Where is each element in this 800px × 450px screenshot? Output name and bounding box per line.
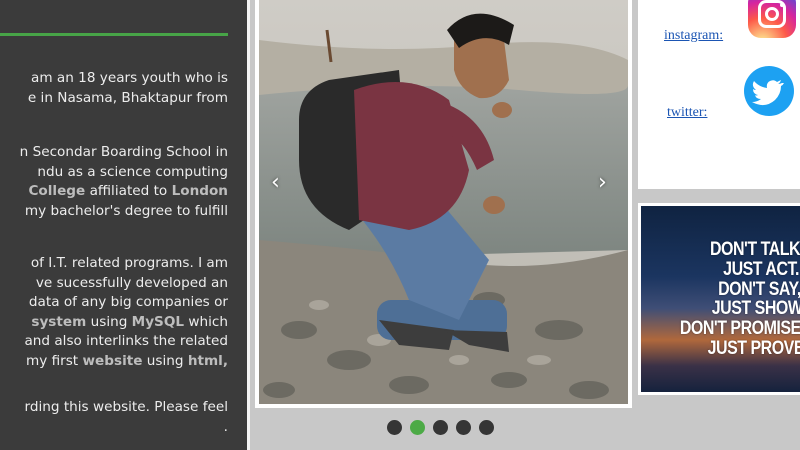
website-highlight: website: [82, 352, 143, 369]
quote-image: DON'T TALK, JUST ACT. DON'T SAY, JUST SH…: [641, 206, 800, 392]
bio-line: College affiliated to London: [0, 182, 228, 202]
bio-line: my first website using html,: [0, 352, 228, 372]
bio-line: ve sucessfully developed an: [35, 274, 228, 291]
bio-paragraph-3: of I.T. related programs. I am ve sucess…: [0, 254, 228, 371]
slider-dot[interactable]: [479, 420, 494, 435]
bio-line: of I.T. related programs. I am: [30, 255, 228, 271]
slider-dot[interactable]: [456, 420, 471, 435]
bio-paragraph-1: am an 18 years youth who is e in Nasama,…: [0, 69, 228, 108]
bio-paragraph-4: rding this website. Please feel .: [0, 398, 228, 437]
quote-text: DON'T TALK, JUST ACT. DON'T SAY, JUST SH…: [675, 239, 800, 359]
bio-text: using: [142, 352, 188, 369]
london-highlight: London: [171, 183, 228, 199]
bio-line: data of any big companies or: [28, 294, 228, 310]
slider-dot[interactable]: [387, 420, 402, 435]
slider-prev-arrow[interactable]: ‹: [271, 170, 280, 195]
system-highlight: system: [31, 313, 87, 330]
bio-line: ndu as a science computing: [37, 163, 228, 180]
bio-line: system using MySQL which: [0, 313, 228, 333]
slider-next-arrow[interactable]: ›: [598, 170, 607, 195]
bio-text: affiliated to: [85, 183, 172, 199]
slider-dot-active[interactable]: [410, 420, 425, 435]
bio-line: n Secondar Boarding School in: [19, 144, 228, 160]
bio-text: using: [86, 313, 132, 330]
bio-line: am an 18 years youth who is: [31, 70, 228, 86]
bio-line: and also interlinks the related: [24, 333, 228, 349]
twitter-icon[interactable]: [744, 66, 794, 116]
social-links-box: instagram: twitter:: [638, 0, 800, 189]
bio-panel: am an 18 years youth who is e in Nasama,…: [0, 0, 247, 450]
photo-slider: ‹ ›: [255, 0, 632, 408]
quote-card: DON'T TALK, JUST ACT. DON'T SAY, JUST SH…: [638, 203, 800, 395]
instagram-link[interactable]: instagram:: [664, 28, 723, 44]
college-highlight: College: [28, 183, 86, 199]
heading-underline: [0, 33, 228, 36]
bio-text: which: [184, 313, 228, 330]
column-divider: [247, 0, 250, 450]
bio-text: my first: [25, 352, 83, 369]
instagram-icon[interactable]: [748, 0, 796, 38]
bio-line: my bachelor's degree to fulfill: [24, 202, 228, 219]
slider-dot[interactable]: [433, 420, 448, 435]
slider-dots: [387, 420, 494, 436]
html-highlight: html,: [187, 352, 228, 369]
bio-line: e in Nasama, Bhaktapur from: [27, 89, 228, 106]
bio-line: rding this website. Please feel: [24, 399, 228, 415]
slide-photo: [259, 0, 628, 404]
bio-paragraph-2: n Secondar Boarding School in ndu as a s…: [0, 143, 228, 221]
mysql-highlight: MySQL: [131, 313, 185, 330]
instagram-icon-flash: [780, 3, 784, 7]
quote-line: JUST PROVE.: [707, 336, 800, 359]
twitter-link[interactable]: twitter:: [667, 105, 707, 121]
bio-line: .: [223, 418, 228, 435]
instagram-icon-lens: [765, 7, 779, 21]
